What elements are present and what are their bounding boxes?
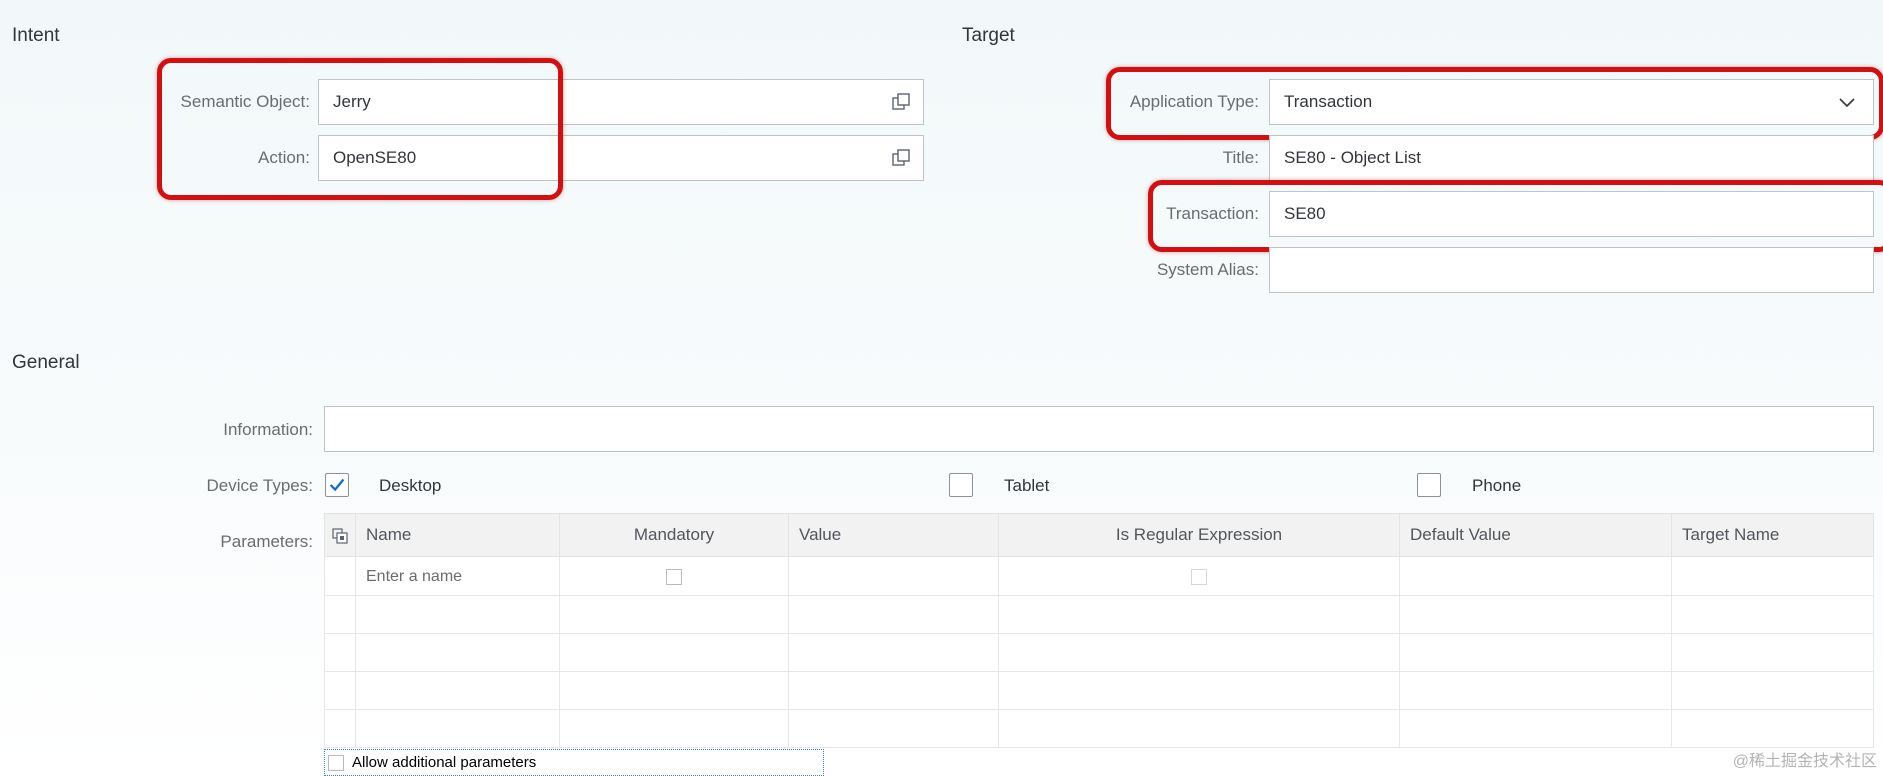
transaction-label: Transaction: (1166, 204, 1259, 223)
intent-section-title: Intent (12, 25, 60, 46)
watermark: @稀土掘金技术社区 (1732, 753, 1877, 770)
value-cell[interactable] (788, 556, 999, 596)
transaction-value: SE80 (1284, 204, 1326, 223)
desktop-label: Desktop (379, 476, 442, 495)
row-selector[interactable] (324, 556, 356, 596)
table-row (324, 709, 1874, 748)
allow-additional-label: Allow additional parameters (352, 754, 537, 771)
title-label: Title: (1222, 148, 1259, 167)
mandatory-checkbox[interactable] (666, 568, 682, 585)
general-section-title: General (12, 352, 80, 373)
column-header-mandatory[interactable]: Mandatory (559, 513, 789, 557)
allow-additional-checkbox[interactable] (328, 755, 344, 771)
semantic-object-value: Jerry (333, 92, 371, 111)
value-help-icon[interactable] (891, 148, 911, 168)
regex-cell (998, 556, 1400, 596)
phone-label: Phone (1472, 476, 1522, 495)
application-type-value: Transaction (1284, 92, 1373, 111)
select-all-cell[interactable] (324, 513, 356, 557)
target-section-title: Target (962, 25, 1015, 46)
system-alias-label: System Alias: (1156, 260, 1259, 279)
table-row (324, 633, 1874, 672)
allow-additional-parameters[interactable]: Allow additional parameters (324, 749, 824, 776)
name-placeholder: Enter a name (366, 568, 463, 585)
mandatory-cell (559, 556, 789, 596)
application-type-select[interactable]: Transaction (1269, 79, 1874, 125)
title-value: SE80 - Object List (1284, 148, 1422, 167)
semantic-object-field[interactable]: Jerry (318, 79, 924, 125)
desktop-checkbox[interactable] (325, 473, 349, 497)
information-field[interactable] (324, 406, 1874, 452)
action-value: OpenSE80 (333, 148, 417, 167)
device-types-label: Device Types: (206, 476, 313, 495)
chevron-down-icon[interactable] (1837, 92, 1857, 112)
table-row (324, 595, 1874, 634)
tablet-label: Tablet (1004, 476, 1050, 495)
column-header-default-value[interactable]: Default Value (1399, 513, 1672, 557)
transaction-field[interactable]: SE80 (1269, 191, 1874, 237)
title-field[interactable]: SE80 - Object List (1269, 135, 1874, 181)
target-name-cell[interactable] (1671, 556, 1874, 596)
value-help-icon[interactable] (891, 92, 911, 112)
regex-checkbox (1191, 568, 1207, 585)
system-alias-field[interactable] (1269, 247, 1874, 293)
table-row[interactable]: Enter a name (324, 556, 1874, 596)
default-value-cell[interactable] (1399, 556, 1672, 596)
table-header-row: Name Mandatory Value Is Regular Expressi… (324, 513, 1874, 557)
parameters-label: Parameters: (220, 532, 313, 551)
action-field[interactable]: OpenSE80 (318, 135, 924, 181)
column-header-target-name[interactable]: Target Name (1671, 513, 1874, 557)
action-label: Action: (258, 148, 310, 167)
column-header-name[interactable]: Name (355, 513, 560, 557)
table-row (324, 671, 1874, 710)
multi-select-icon[interactable] (332, 527, 348, 544)
parameters-table: Name Mandatory Value Is Regular Expressi… (324, 513, 1874, 748)
checkmark-icon (329, 478, 345, 492)
information-label: Information: (223, 420, 313, 439)
name-input[interactable]: Enter a name (355, 556, 560, 596)
tablet-checkbox[interactable] (949, 473, 973, 497)
column-header-regex[interactable]: Is Regular Expression (998, 513, 1400, 557)
phone-checkbox[interactable] (1417, 473, 1441, 497)
semantic-object-label: Semantic Object: (180, 92, 310, 111)
application-type-label: Application Type: (1129, 92, 1259, 111)
column-header-value[interactable]: Value (788, 513, 999, 557)
